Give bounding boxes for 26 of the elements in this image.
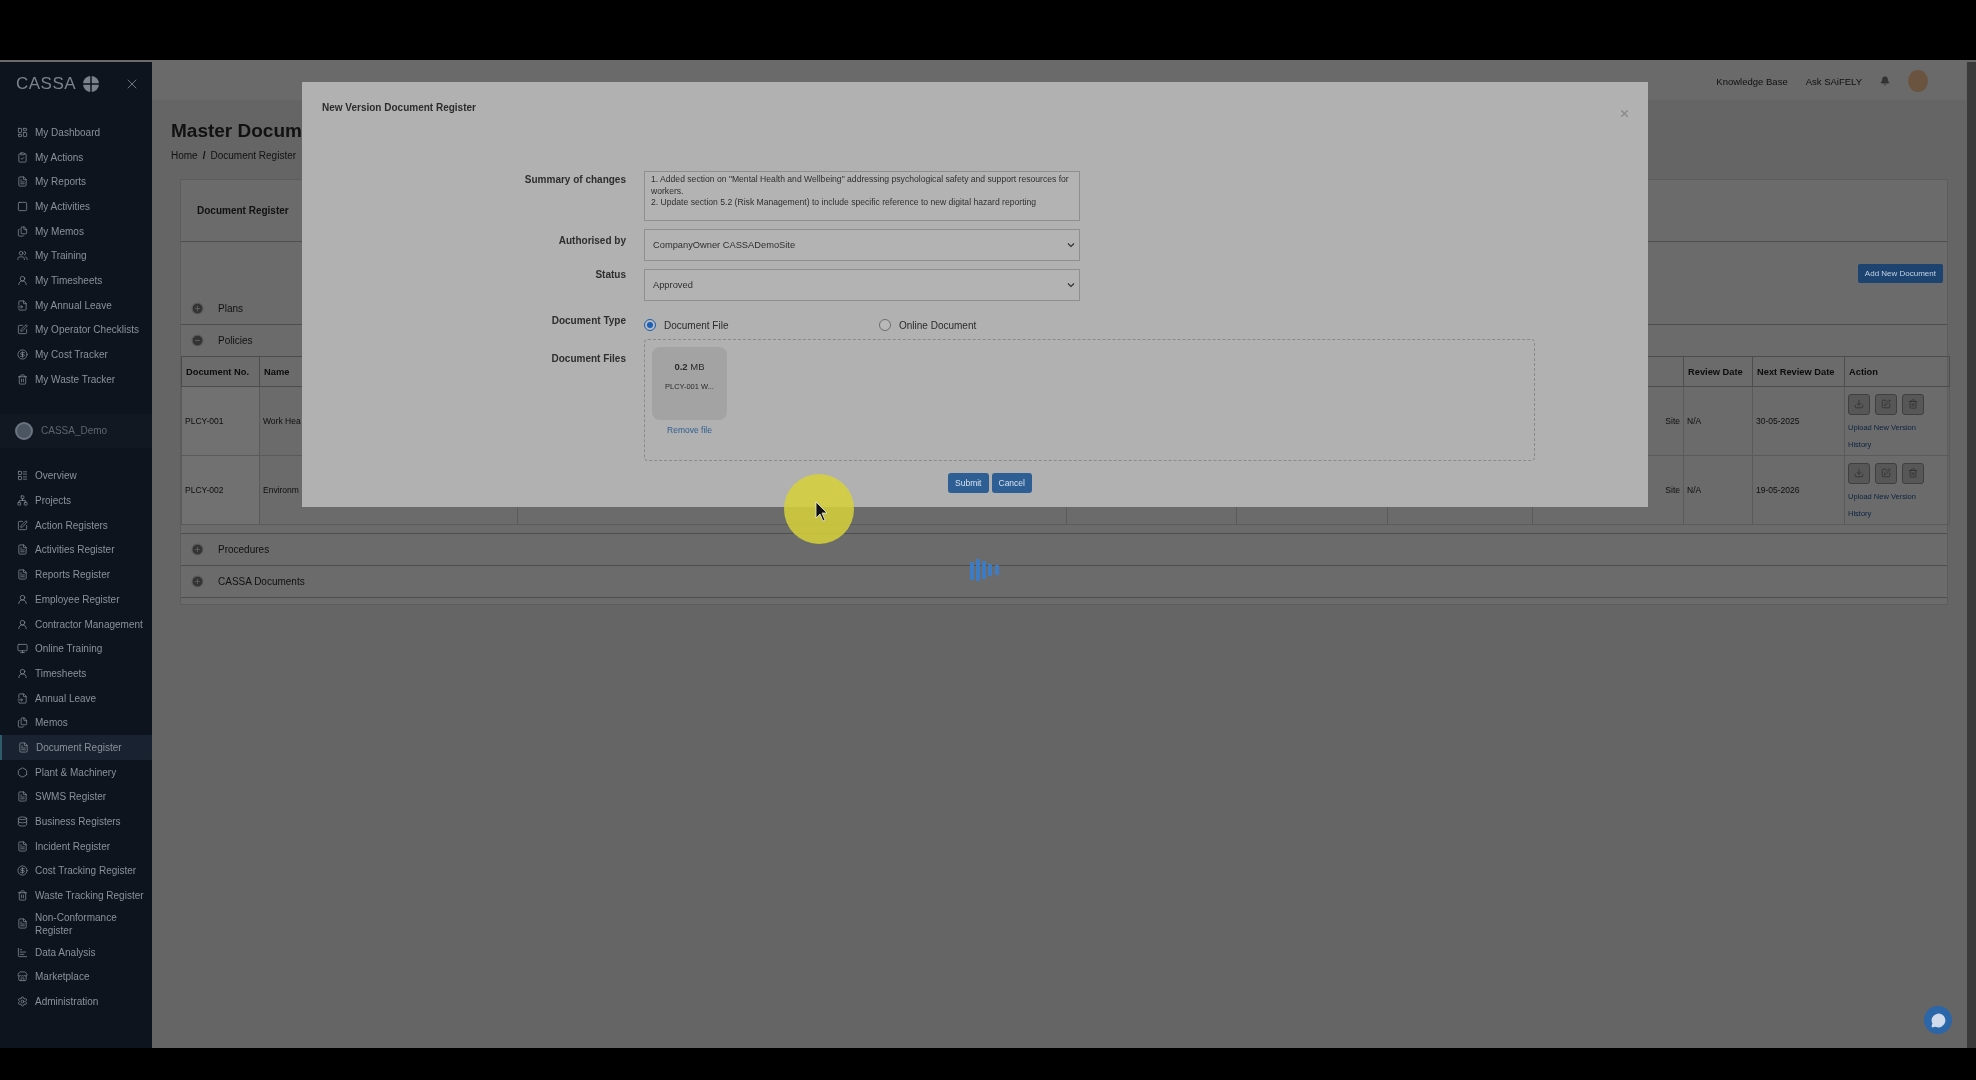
table-cell: 30-05-2025 bbox=[1756, 416, 1800, 426]
table-cell: PLCY-001 bbox=[185, 416, 224, 426]
page-title: Master Docum bbox=[171, 120, 303, 142]
table-cell: N/A bbox=[1687, 485, 1702, 495]
table-cell: Work Hea bbox=[263, 416, 301, 426]
workspace-name: CASSA_Demo bbox=[41, 425, 108, 437]
table-cell: N/A bbox=[1687, 416, 1702, 426]
field-label: Summary of changes bbox=[523, 173, 626, 185]
column-header: Document No. bbox=[181, 356, 260, 387]
table-cell: 19-05-2026 bbox=[1756, 485, 1800, 495]
table-cell: Site bbox=[1665, 416, 1680, 426]
card-title: Document Register bbox=[197, 205, 289, 216]
file-size: 0.2 MB bbox=[674, 361, 705, 372]
modal-title: New Version Document Register bbox=[322, 102, 477, 113]
field-label: Authorised by bbox=[557, 234, 626, 246]
column-header: Review Date bbox=[1683, 356, 1753, 387]
field-label: Status bbox=[594, 269, 626, 280]
field-label: Document Type bbox=[550, 314, 626, 326]
table-cell: Environm bbox=[263, 485, 299, 495]
table-cell: PLCY-002 bbox=[185, 485, 224, 495]
column-header: Action bbox=[1844, 356, 1950, 387]
brand-name: CASSA bbox=[16, 74, 77, 94]
field-label: Document Files bbox=[550, 352, 626, 364]
table-cell: Site bbox=[1665, 485, 1680, 495]
breadcrumb-separator: / bbox=[202, 150, 206, 161]
column-header: Next Review Date bbox=[1752, 356, 1845, 387]
